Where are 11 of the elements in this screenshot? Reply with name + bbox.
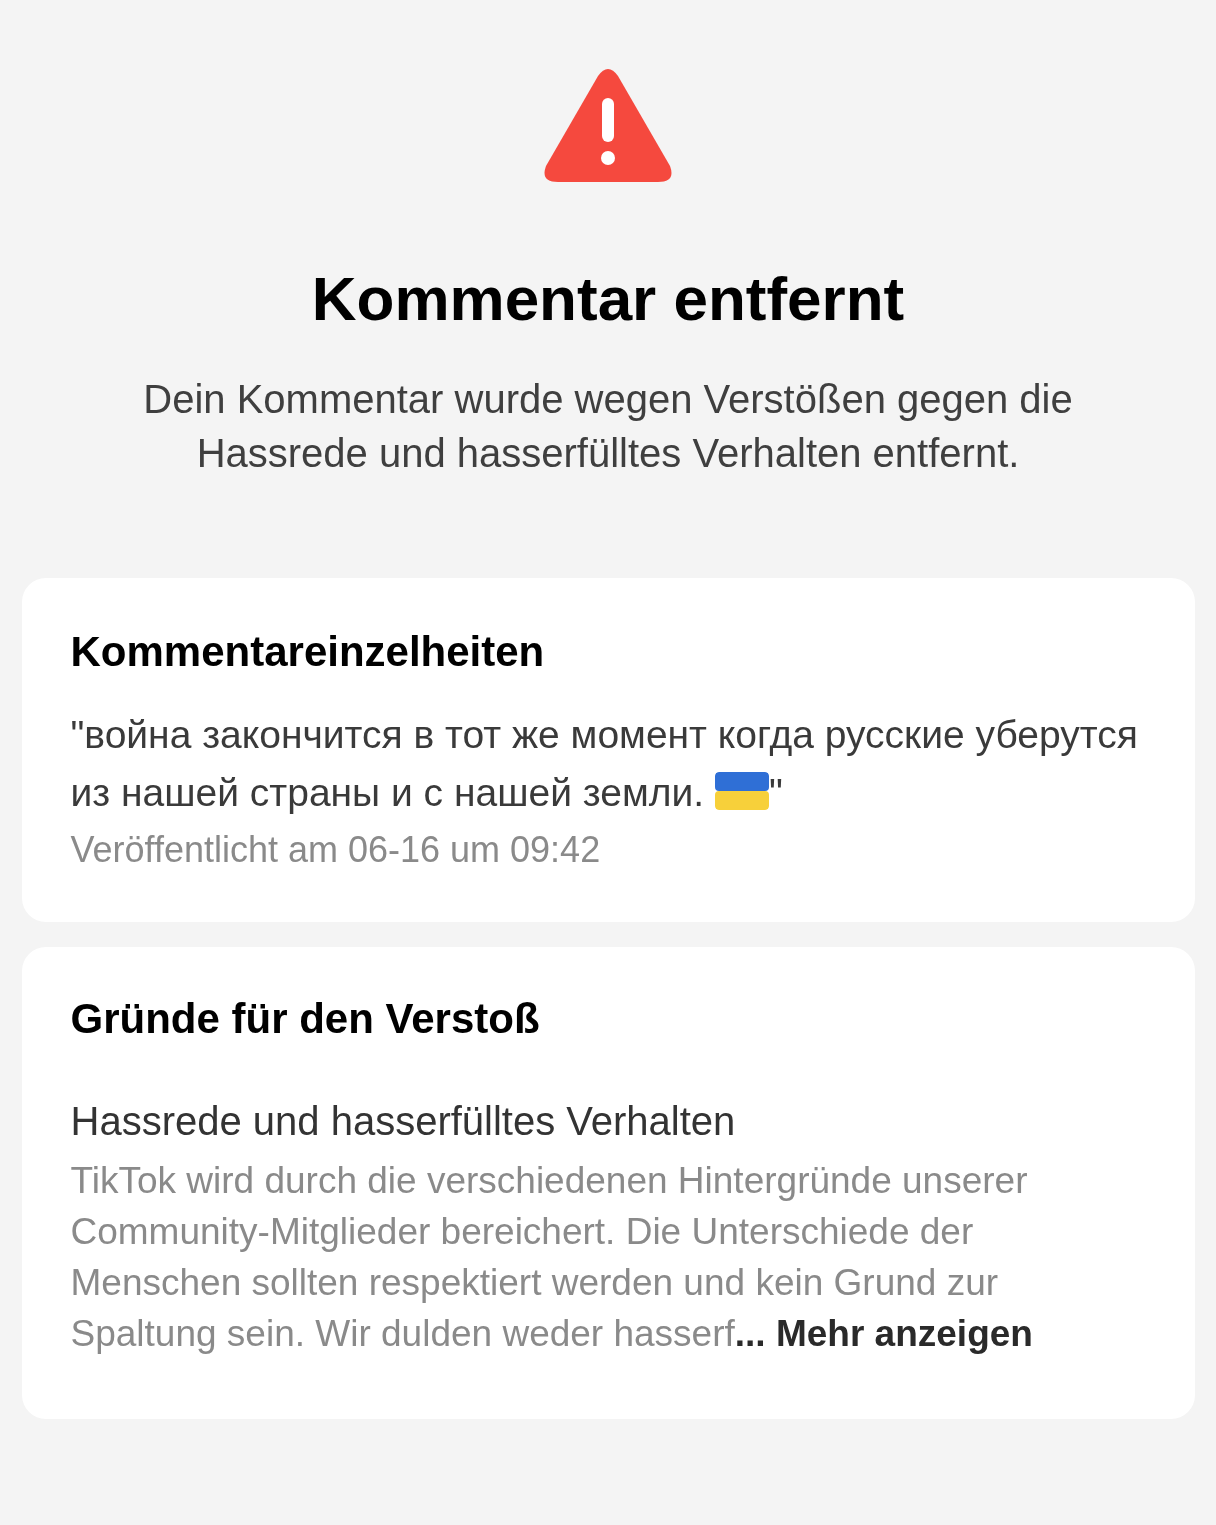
flag-icon	[714, 772, 769, 810]
removal-notice: Dein Kommentar wurde wegen Verstößen gegen die Hassrede und hasserfülltes Verhalten entfernt.	[142, 376, 1074, 477]
page-title: Kommentar entfernt	[311, 268, 905, 330]
posted-time: Veröffentlicht am 06-16 um 09:42	[70, 828, 602, 872]
card-heading: Kommentareinzelheiten	[70, 627, 546, 677]
comment-text: "война закончится в тот же момент когда русские уберутся из нашей страны и с нашей земли. "	[70, 712, 1139, 816]
card-heading: Gründe für den Verstoß	[70, 994, 541, 1044]
show-more-link[interactable]: ... Mehr anzeigen	[734, 1313, 1033, 1354]
policy-description: TikTok wird durch die verschiedenen Hintergründe unserer Community-Mitglieder bereichert. Die Unterschiede der Menschen sollten respektiert werden und kein Grund zur Spaltung sein. Wir dulden weder hasserf... Mehr anzeigen	[70, 1159, 1034, 1356]
warning-icon	[543, 68, 673, 184]
violation-reason: Hassrede und hasserfülltes Verhalten	[70, 1098, 737, 1145]
